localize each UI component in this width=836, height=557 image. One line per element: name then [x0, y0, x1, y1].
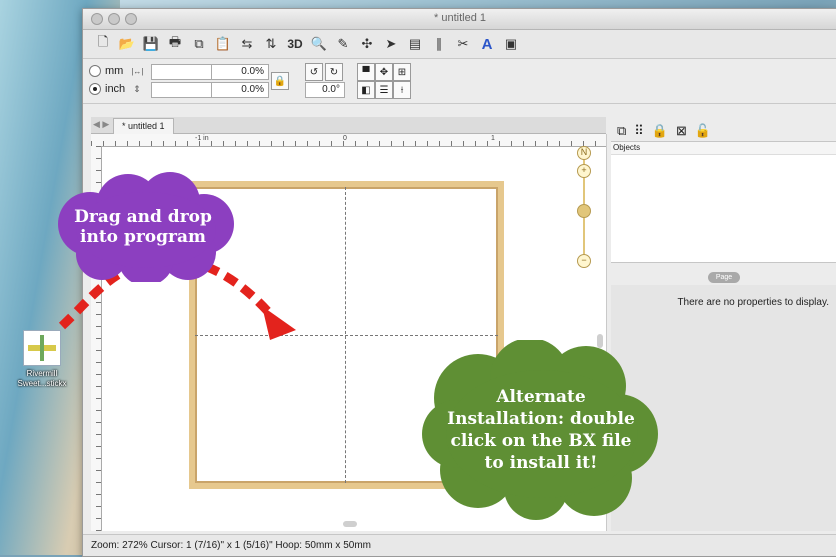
drag-drop-text: Drag and drop into program: [74, 207, 212, 247]
alternate-install-callout: Alternate Installation: double click on …: [418, 340, 664, 520]
alternate-install-text: Alternate Installation: double click on …: [447, 387, 635, 473]
drag-drop-callout: Drag and drop into program: [48, 172, 238, 282]
